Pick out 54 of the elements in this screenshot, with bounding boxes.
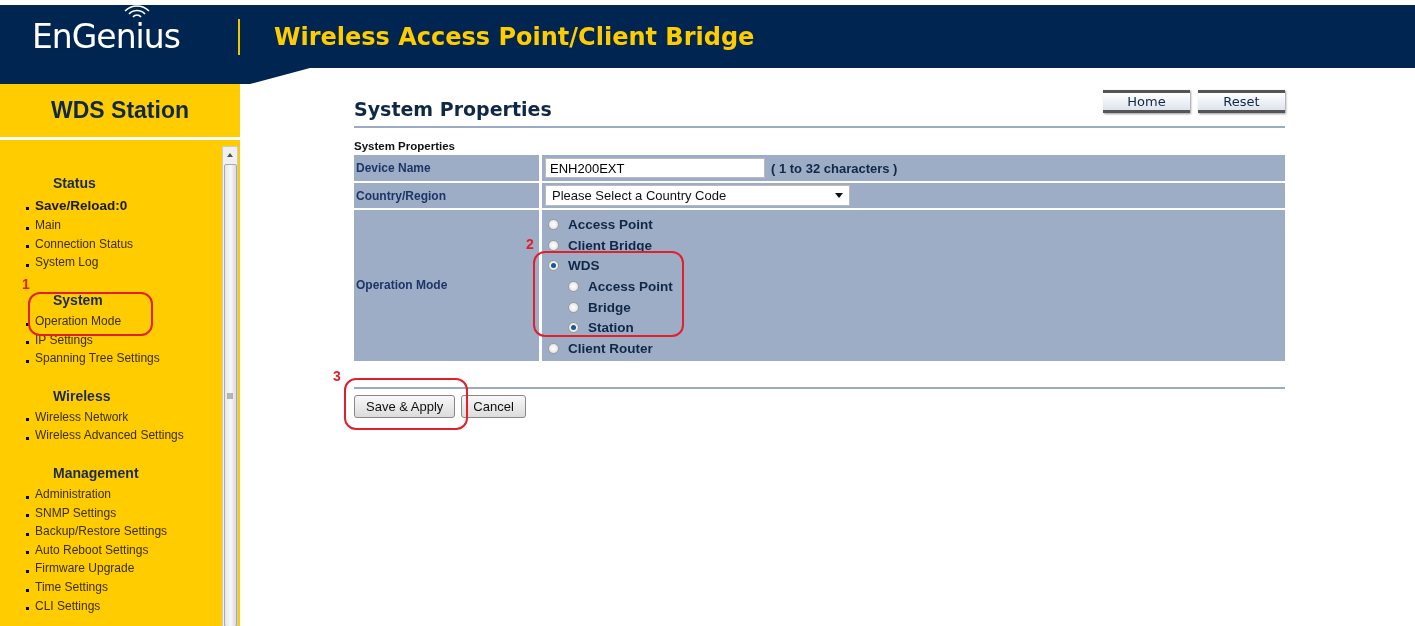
device-name-field[interactable]: ENH200EXT	[545, 158, 765, 178]
radio-button[interactable]	[548, 342, 559, 354]
scroll-thumb[interactable]	[223, 164, 237, 626]
sidebar-title: WDS Station	[0, 84, 240, 140]
nav-button[interactable]: Reset	[1198, 90, 1285, 113]
caret-icon	[835, 193, 843, 198]
brand-logo: EnGenius	[32, 17, 180, 56]
radio-button[interactable]	[568, 322, 579, 334]
nav-link[interactable]: Connection Status	[35, 236, 134, 251]
option-label: WDS	[568, 258, 600, 274]
scrollbar[interactable]	[222, 146, 238, 626]
option-label: Station	[588, 320, 634, 336]
nav-link[interactable]: Auto Reboot Settings	[35, 542, 149, 557]
nav-link[interactable]: Spanning Tree Settings	[35, 351, 160, 366]
nav-button[interactable]: Home	[1103, 90, 1190, 113]
nav-link[interactable]: Main	[35, 218, 61, 233]
radio-button[interactable]	[548, 260, 559, 272]
nav-link[interactable]: SNMP Settings	[35, 505, 117, 520]
field-label: Device Name	[354, 155, 539, 181]
option-label: Access Point	[568, 216, 653, 232]
form-button[interactable]: Cancel	[461, 394, 526, 418]
radio-button[interactable]	[568, 301, 579, 313]
nav-link[interactable]: Save/Reload:0	[35, 198, 128, 213]
section-caption: System Properties	[354, 140, 456, 152]
nav-heading: Wireless	[53, 387, 112, 404]
nav-link[interactable]: Time Settings	[35, 580, 108, 594]
nav-link[interactable]: Administration	[35, 487, 112, 502]
nav-link[interactable]: CLI Settings	[35, 598, 101, 613]
annotation-number: 3	[333, 368, 341, 384]
option-label: Client Bridge	[568, 237, 652, 253]
annotation-number: 1	[22, 276, 30, 292]
radio-button[interactable]	[548, 239, 559, 251]
nav-link[interactable]: Wireless Network	[35, 409, 129, 424]
option-label: Bridge	[588, 299, 631, 315]
nav-link[interactable]: Operation Mode	[35, 314, 122, 329]
option-label: Client Router	[568, 340, 653, 356]
nav-link[interactable]: Backup/Restore Settings	[35, 524, 168, 539]
nav-link[interactable]: System Log	[35, 255, 99, 270]
nav-link[interactable]: Wireless Advanced Settings	[35, 428, 184, 443]
field-label: Country/Region	[354, 183, 539, 208]
option-label: Access Point	[588, 278, 673, 294]
country-dropdown[interactable]: Please Select a Country Code	[545, 185, 850, 206]
header-title: Wireless Access Point/Client Bridge	[274, 22, 755, 51]
scroll-up-icon[interactable]	[226, 152, 234, 158]
annotation-number: 2	[526, 236, 534, 252]
nav-heading: Status	[53, 175, 97, 191]
nav-heading: System	[53, 291, 104, 308]
nav-heading: Management	[53, 464, 140, 481]
form-button[interactable]: Save & Apply	[354, 394, 456, 418]
field-hint: ( 1 to 32 characters )	[771, 160, 898, 176]
nav-link[interactable]: Firmware Upgrade	[35, 561, 135, 576]
radio-button[interactable]	[548, 218, 559, 230]
page-title: System Properties	[354, 98, 552, 120]
radio-button[interactable]	[568, 280, 579, 292]
